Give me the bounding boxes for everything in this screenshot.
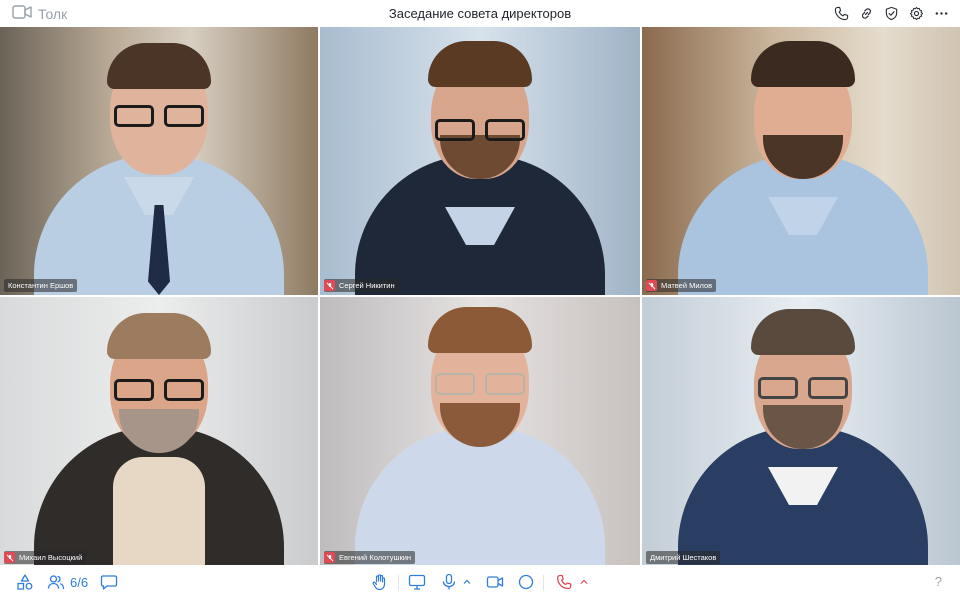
participant-name-tag: Дмитрий Шестаков bbox=[646, 551, 721, 564]
glasses bbox=[114, 379, 204, 401]
participants-count: 6/6 bbox=[70, 574, 89, 590]
toolbar-divider bbox=[398, 575, 399, 591]
participant-tile[interactable]: Сергей Никитин bbox=[320, 27, 640, 295]
meeting-title: Заседание совета директоров bbox=[388, 6, 572, 21]
gear-icon[interactable] bbox=[908, 5, 925, 22]
glasses bbox=[758, 377, 848, 399]
chevron-up-icon bbox=[463, 579, 471, 584]
bottom-toolbar: 6/6 ? bbox=[0, 565, 960, 600]
shapes-icon bbox=[17, 574, 33, 590]
phone-icon[interactable] bbox=[833, 5, 850, 22]
users-icon bbox=[47, 575, 65, 590]
participant-name-tag: Михаил Высоцкий bbox=[4, 551, 87, 564]
toolbar-divider bbox=[543, 575, 544, 591]
link-icon[interactable] bbox=[858, 5, 875, 22]
mic-muted-icon bbox=[4, 552, 15, 563]
participant-name-tag: Константин Ершов bbox=[4, 279, 78, 292]
participant-tile[interactable]: Дмитрий Шестаков bbox=[642, 297, 960, 567]
end-call-button[interactable] bbox=[556, 573, 574, 591]
mic-muted-icon bbox=[324, 552, 335, 563]
mic-muted-icon bbox=[324, 280, 335, 291]
record-icon bbox=[518, 574, 534, 590]
participant-tile[interactable]: Евгений Колотушкин bbox=[320, 297, 640, 567]
chat-icon bbox=[100, 575, 118, 590]
chevron-up-icon bbox=[580, 579, 588, 584]
raise-hand-button[interactable] bbox=[371, 573, 389, 591]
help-button[interactable]: ? bbox=[935, 574, 942, 589]
microphone-options-chevron[interactable] bbox=[463, 578, 471, 586]
end-call-options-chevron[interactable] bbox=[580, 578, 588, 586]
top-actions bbox=[833, 5, 950, 22]
participant-name-tag: Матвей Милов bbox=[646, 279, 717, 292]
glasses bbox=[114, 105, 204, 127]
shapes-button[interactable] bbox=[16, 573, 34, 591]
mic-muted-icon bbox=[646, 280, 657, 291]
participant-name-tag: Евгений Колотушкин bbox=[324, 551, 416, 564]
microphone-button[interactable] bbox=[440, 573, 458, 591]
camera-icon bbox=[486, 576, 504, 588]
microphone-icon bbox=[442, 573, 456, 590]
video-grid: Константин Ершов Сергей Никитин Матвей М… bbox=[0, 27, 960, 567]
participants-button[interactable]: 6/6 bbox=[47, 573, 88, 591]
shield-check-icon[interactable] bbox=[883, 5, 900, 22]
glasses bbox=[435, 119, 525, 141]
camera-button[interactable] bbox=[486, 573, 504, 591]
glasses bbox=[435, 373, 525, 395]
participant-tile[interactable]: Михаил Высоцкий bbox=[0, 297, 318, 567]
chat-button[interactable] bbox=[100, 573, 118, 591]
phone-hangup-icon bbox=[557, 574, 572, 590]
record-button[interactable] bbox=[517, 573, 535, 591]
participant-name-tag: Сергей Никитин bbox=[324, 279, 399, 292]
screen-share-button[interactable] bbox=[408, 573, 426, 591]
turtleneck bbox=[113, 457, 205, 567]
more-icon[interactable] bbox=[933, 5, 950, 22]
hand-icon bbox=[372, 574, 386, 591]
monitor-icon bbox=[408, 574, 426, 590]
participant-tile[interactable]: Константин Ершов bbox=[0, 27, 318, 295]
participant-tile[interactable]: Матвей Милов bbox=[642, 27, 960, 295]
top-bar: Толк Заседание совета директоров bbox=[0, 0, 960, 27]
